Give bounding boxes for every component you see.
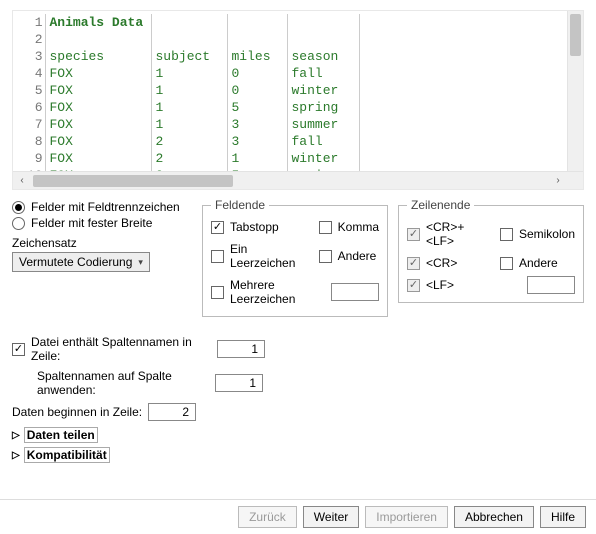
check-space[interactable]: Ein Leerzeichen	[211, 242, 301, 270]
other-fieldend-input[interactable]	[331, 283, 379, 301]
check-comma-label: Komma	[338, 220, 379, 234]
check-tabstop-label: Tabstopp	[230, 220, 279, 234]
footer-buttons: Zurück Weiter Importieren Abbrechen Hilf…	[0, 499, 596, 534]
data-begins-input[interactable]	[148, 403, 196, 421]
radio-fixed-label: Felder mit fester Breite	[31, 216, 152, 230]
checkbox-icon	[407, 279, 420, 292]
checkbox-icon	[211, 250, 224, 263]
check-other-fieldend[interactable]: Andere	[319, 249, 379, 263]
check-cr-label: <CR>	[426, 256, 457, 270]
cancel-button[interactable]: Abbrechen	[454, 506, 534, 528]
data-begins-label: Daten beginnen in Zeile:	[12, 405, 142, 419]
check-semicolon[interactable]: Semikolon	[500, 227, 575, 241]
check-cr[interactable]: <CR>	[407, 256, 482, 270]
check-tabstop[interactable]: Tabstopp	[211, 220, 301, 234]
check-space-label: Ein Leerzeichen	[230, 242, 301, 270]
check-other-lineend[interactable]: Andere	[500, 256, 575, 270]
checkbox-icon	[211, 221, 224, 234]
chevron-down-icon: ▾	[138, 257, 143, 268]
radio-icon	[12, 217, 25, 230]
disclosure-compatibility[interactable]: ▷ Kompatibilität	[12, 447, 584, 463]
apply-names-label: Spaltennamen auf Spalte anwenden:	[37, 369, 209, 397]
check-other-lineend-label: Andere	[519, 256, 558, 270]
other-lineend-input[interactable]	[527, 276, 575, 294]
fieldset-field-end: Feldende Tabstopp Komma Ein Leerzeichen …	[202, 198, 388, 317]
radio-delimited[interactable]: Felder mit Feldtrennzeichen	[12, 200, 192, 214]
checkbox-icon[interactable]	[12, 343, 25, 356]
triangle-right-icon: ▷	[12, 430, 20, 441]
preview-content: 1Animals Data23speciessubjectmilesseason…	[13, 11, 567, 171]
next-button[interactable]: Weiter	[303, 506, 359, 528]
fieldset-line-end: Zeilenende <CR>+<LF> Semikolon <CR> Ande…	[398, 198, 584, 303]
disclosure-split-label: Daten teilen	[24, 427, 98, 443]
checkbox-icon	[211, 286, 224, 299]
check-comma[interactable]: Komma	[319, 220, 379, 234]
line-end-legend: Zeilenende	[407, 198, 474, 212]
scroll-right-icon[interactable]: ›	[549, 172, 567, 190]
scroll-left-icon[interactable]: ‹	[13, 172, 31, 190]
radio-fixed-width[interactable]: Felder mit fester Breite	[12, 216, 192, 230]
triangle-right-icon: ▷	[12, 450, 20, 461]
check-crlf[interactable]: <CR>+<LF>	[407, 220, 482, 248]
field-end-legend: Feldende	[211, 198, 269, 212]
checkbox-icon	[319, 250, 332, 263]
checkbox-icon	[407, 257, 420, 270]
charset-dropdown[interactable]: Vermutete Codierung ▾	[12, 252, 150, 272]
check-lf[interactable]: <LF>	[407, 278, 482, 292]
apply-names-input[interactable]	[215, 374, 263, 392]
disclosure-compat-label: Kompatibilität	[24, 447, 110, 463]
disclosure-split-data[interactable]: ▷ Daten teilen	[12, 427, 584, 443]
check-crlf-label: <CR>+<LF>	[426, 220, 482, 248]
radio-dot-icon	[12, 201, 25, 214]
charset-value: Vermutete Codierung	[19, 255, 132, 269]
check-semicolon-label: Semikolon	[519, 227, 575, 241]
checkbox-icon	[319, 221, 332, 234]
check-other-fieldend-label: Andere	[338, 249, 377, 263]
check-multispace[interactable]: Mehrere Leerzeichen	[211, 278, 379, 306]
import-button: Importieren	[365, 506, 448, 528]
charset-label: Zeichensatz	[12, 236, 192, 250]
data-preview: 1Animals Data23speciessubjectmilesseason…	[12, 10, 584, 190]
checkbox-icon	[500, 257, 513, 270]
has-column-names-label: Datei enthält Spaltennamen in Zeile:	[31, 335, 211, 363]
check-lf-label: <LF>	[426, 278, 454, 292]
column-names-row-input[interactable]	[217, 340, 265, 358]
radio-delimited-label: Felder mit Feldtrennzeichen	[31, 200, 180, 214]
vertical-scrollbar[interactable]	[567, 11, 583, 171]
horizontal-scrollbar[interactable]: ‹ ›	[13, 171, 583, 189]
help-button[interactable]: Hilfe	[540, 506, 586, 528]
checkbox-icon	[407, 228, 420, 241]
back-button: Zurück	[238, 506, 297, 528]
check-multispace-label: Mehrere Leerzeichen	[230, 278, 325, 306]
checkbox-icon	[500, 228, 513, 241]
